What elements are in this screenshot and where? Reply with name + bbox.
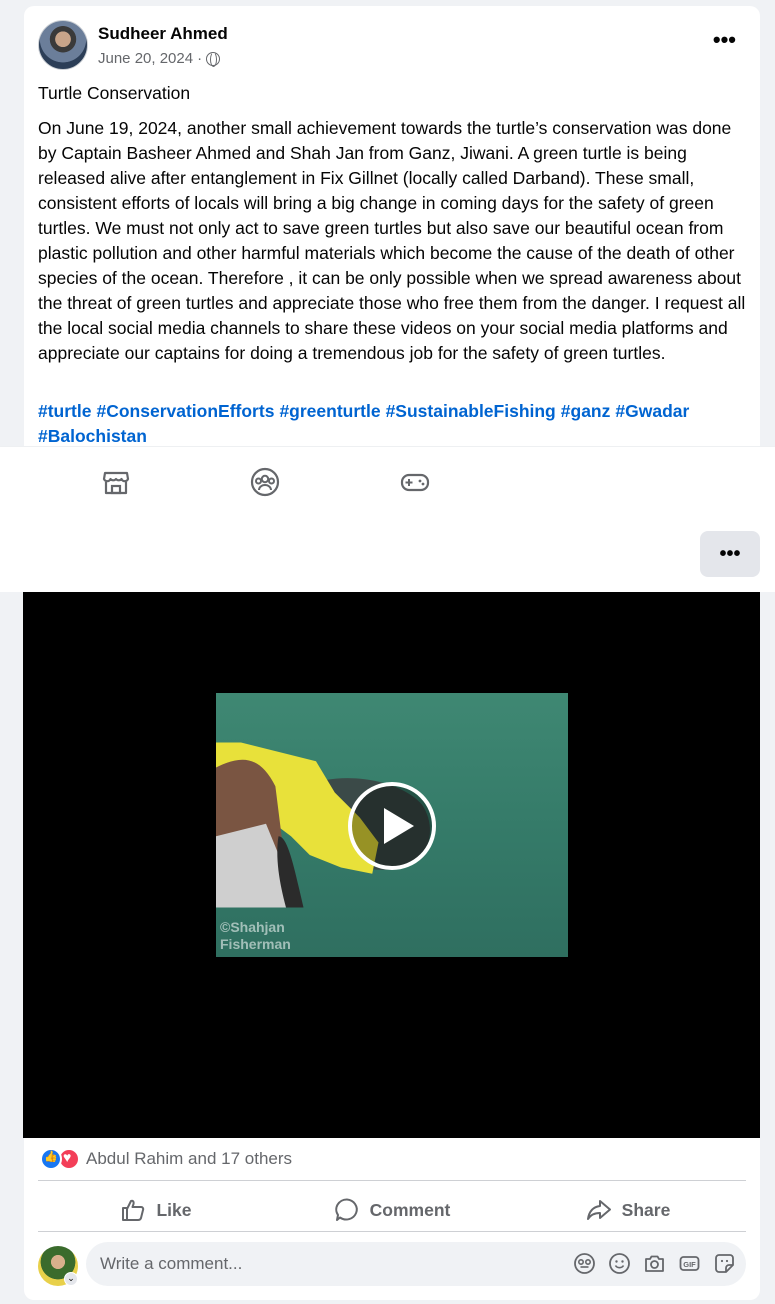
emoji-icon[interactable]: [608, 1252, 631, 1275]
comment-composer: ⌄ Write a comment... GIF: [38, 1242, 746, 1288]
video-player[interactable]: ©Shahjan Fisherman: [23, 592, 760, 1138]
camera-icon[interactable]: [643, 1252, 666, 1275]
play-icon[interactable]: [348, 782, 436, 870]
post-actions: Like Comment Share: [38, 1188, 746, 1232]
comment-tools: GIF: [573, 1252, 736, 1275]
gaming-icon[interactable]: [400, 467, 430, 497]
bottom-nav-bar: [0, 447, 775, 517]
hashtag-link[interactable]: #Gwadar: [615, 401, 689, 421]
watermark-line: ©Shahjan: [220, 919, 285, 935]
share-label: Share: [621, 1199, 671, 1220]
sticker-icon[interactable]: [713, 1252, 736, 1275]
more-options-button[interactable]: •••: [700, 531, 760, 577]
avatar-sticker-icon[interactable]: [573, 1252, 596, 1275]
chevron-down-icon[interactable]: ⌄: [64, 1272, 78, 1286]
gif-icon[interactable]: GIF: [678, 1252, 701, 1275]
comment-button[interactable]: Comment: [274, 1188, 510, 1232]
author-name[interactable]: Sudheer Ahmed: [98, 24, 228, 44]
post-meta: June 20, 2024 ·: [98, 50, 221, 67]
meta-separator: ·: [197, 50, 203, 67]
author-avatar[interactable]: [38, 20, 88, 70]
globe-icon[interactable]: [206, 51, 221, 67]
post-header: Sudheer Ahmed June 20, 2024 · •••: [38, 20, 746, 72]
comment-icon: [334, 1198, 358, 1221]
hashtag-link[interactable]: #SustainableFishing: [386, 401, 556, 421]
post-title: Turtle Conservation: [38, 83, 191, 103]
hashtags: #turtle #ConservationEfforts #greenturtle #…: [38, 399, 738, 449]
like-reaction-icon: [40, 1148, 62, 1170]
reaction-count[interactable]: Abdul Rahim and 17 others: [86, 1149, 292, 1169]
hashtag-link[interactable]: #Balochistan: [38, 426, 147, 446]
comment-input[interactable]: Write a comment... GIF: [86, 1242, 746, 1286]
hashtag-link[interactable]: #turtle: [38, 401, 91, 421]
hashtag-link[interactable]: #ConservationEfforts: [96, 401, 274, 421]
reaction-summary[interactable]: Abdul Rahim and 17 others: [40, 1148, 292, 1170]
hashtag-link[interactable]: #greenturtle: [279, 401, 380, 421]
like-button[interactable]: Like: [38, 1188, 274, 1232]
groups-icon[interactable]: [250, 467, 280, 497]
hashtag-link[interactable]: #ganz: [561, 401, 611, 421]
like-label: Like: [156, 1199, 192, 1220]
post-card: Sudheer Ahmed June 20, 2024 · ••• Turtle…: [24, 6, 760, 446]
watermark-line: Fisherman: [220, 936, 291, 952]
thumbs-up-icon: [122, 1199, 145, 1221]
comment-placeholder: Write a comment...: [100, 1254, 243, 1273]
post-date[interactable]: June 20, 2024: [98, 50, 193, 67]
share-icon: [586, 1200, 611, 1220]
divider: [38, 1180, 746, 1181]
post-options-button[interactable]: •••: [713, 29, 736, 51]
divider: [38, 1231, 746, 1232]
post-footer: Abdul Rahim and 17 others Like Comment S…: [24, 1138, 760, 1300]
share-button[interactable]: Share: [510, 1188, 746, 1232]
overlay-panel: [0, 517, 775, 592]
video-watermark: ©Shahjan Fisherman: [220, 919, 291, 953]
post-body: On June 19, 2024, another small achievem…: [38, 118, 746, 363]
comment-label: Comment: [369, 1199, 451, 1220]
marketplace-icon[interactable]: [101, 467, 131, 497]
svg-text:GIF: GIF: [683, 1260, 696, 1269]
